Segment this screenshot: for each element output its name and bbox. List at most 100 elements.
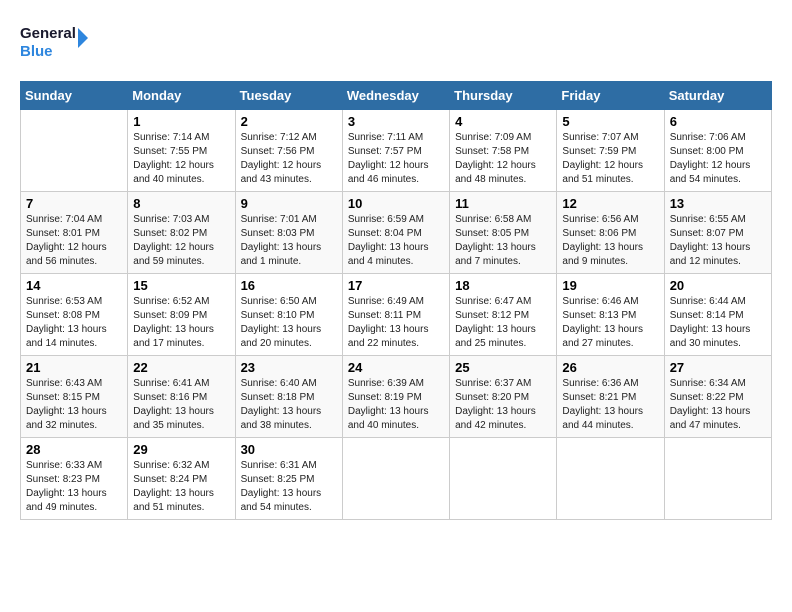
calendar-cell (21, 110, 128, 192)
day-info: Sunrise: 6:50 AMSunset: 8:10 PMDaylight:… (241, 295, 337, 351)
weekday-header-friday: Friday (557, 82, 664, 110)
day-number: 18 (455, 278, 551, 293)
day-number: 28 (26, 442, 122, 457)
calendar-cell: 7 Sunrise: 7:04 AMSunset: 8:01 PMDaylight… (21, 192, 128, 274)
calendar-cell: 2Sunrise: 7:12 AMSunset: 7:56 PMDaylight… (235, 110, 342, 192)
day-number: 15 (133, 278, 229, 293)
calendar-cell: 17 Sunrise: 6:49 AMSunset: 8:11 PMDayligh… (342, 274, 449, 356)
calendar-cell: 22 Sunrise: 6:41 AMSunset: 8:16 PMDayligh… (128, 356, 235, 438)
day-number: 9 (241, 196, 337, 211)
calendar-week-3: 14 Sunrise: 6:53 AMSunset: 8:08 PMDayligh… (21, 274, 772, 356)
calendar-cell: 23 Sunrise: 6:40 AMSunset: 8:18 PMDayligh… (235, 356, 342, 438)
weekday-header-row: SundayMondayTuesdayWednesdayThursdayFrid… (21, 82, 772, 110)
day-number: 25 (455, 360, 551, 375)
day-number: 20 (670, 278, 766, 293)
weekday-header-saturday: Saturday (664, 82, 771, 110)
day-info: Sunrise: 6:44 AMSunset: 8:14 PMDaylight:… (670, 295, 766, 351)
day-info: Sunrise: 6:36 AMSunset: 8:21 PMDaylight:… (562, 377, 658, 433)
day-info: Sunrise: 6:47 AMSunset: 8:12 PMDaylight:… (455, 295, 551, 351)
weekday-header-thursday: Thursday (450, 82, 557, 110)
day-info: Sunrise: 6:31 AMSunset: 8:25 PMDaylight:… (241, 459, 337, 515)
day-info: Sunrise: 6:40 AMSunset: 8:18 PMDaylight:… (241, 377, 337, 433)
calendar-cell: 29 Sunrise: 6:32 AMSunset: 8:24 PMDayligh… (128, 438, 235, 520)
weekday-header-tuesday: Tuesday (235, 82, 342, 110)
logo-icon: General Blue (20, 20, 90, 65)
day-number: 21 (26, 360, 122, 375)
day-info: Sunrise: 6:39 AMSunset: 8:19 PMDaylight:… (348, 377, 444, 433)
day-info: Sunrise: 6:49 AMSunset: 8:11 PMDaylight:… (348, 295, 444, 351)
weekday-header-monday: Monday (128, 82, 235, 110)
day-info: Sunrise: 6:55 AMSunset: 8:07 PMDaylight:… (670, 213, 766, 269)
svg-text:General: General (20, 25, 76, 42)
day-info: Sunrise: 6:58 AMSunset: 8:05 PMDaylight:… (455, 213, 551, 269)
calendar-cell: 24Sunrise: 6:39 AMSunset: 8:19 PMDayligh… (342, 356, 449, 438)
calendar-cell: 21 Sunrise: 6:43 AMSunset: 8:15 PMDayligh… (21, 356, 128, 438)
day-info: Sunrise: 6:43 AMSunset: 8:15 PMDaylight:… (26, 377, 122, 433)
day-number: 7 (26, 196, 122, 211)
calendar-week-4: 21 Sunrise: 6:43 AMSunset: 8:15 PMDayligh… (21, 356, 772, 438)
calendar-cell: 5 Sunrise: 7:07 AMSunset: 7:59 PMDaylight… (557, 110, 664, 192)
logo: General Blue (20, 20, 90, 65)
calendar-cell: 25 Sunrise: 6:37 AMSunset: 8:20 PMDayligh… (450, 356, 557, 438)
day-number: 27 (670, 360, 766, 375)
calendar-cell: 16 Sunrise: 6:50 AMSunset: 8:10 PMDayligh… (235, 274, 342, 356)
calendar-cell: 9Sunrise: 7:01 AMSunset: 8:03 PMDaylight… (235, 192, 342, 274)
day-number: 19 (562, 278, 658, 293)
calendar-table: SundayMondayTuesdayWednesdayThursdayFrid… (20, 81, 772, 520)
day-number: 23 (241, 360, 337, 375)
day-info: Sunrise: 6:53 AMSunset: 8:08 PMDaylight:… (26, 295, 122, 351)
day-number: 3 (348, 114, 444, 129)
calendar-cell: 26 Sunrise: 6:36 AMSunset: 8:21 PMDayligh… (557, 356, 664, 438)
calendar-cell: 27 Sunrise: 6:34 AMSunset: 8:22 PMDayligh… (664, 356, 771, 438)
calendar-cell: 3 Sunrise: 7:11 AMSunset: 7:57 PMDaylight… (342, 110, 449, 192)
calendar-cell: 1Sunrise: 7:14 AMSunset: 7:55 PMDaylight… (128, 110, 235, 192)
day-number: 14 (26, 278, 122, 293)
day-number: 13 (670, 196, 766, 211)
calendar-week-5: 28 Sunrise: 6:33 AMSunset: 8:23 PMDayligh… (21, 438, 772, 520)
day-info: Sunrise: 7:11 AMSunset: 7:57 PMDaylight:… (348, 131, 444, 187)
day-info: Sunrise: 6:34 AMSunset: 8:22 PMDaylight:… (670, 377, 766, 433)
day-number: 16 (241, 278, 337, 293)
day-info: Sunrise: 7:04 AMSunset: 8:01 PMDaylight:… (26, 213, 122, 269)
day-number: 8 (133, 196, 229, 211)
day-number: 29 (133, 442, 229, 457)
day-info: Sunrise: 7:06 AMSunset: 8:00 PMDaylight:… (670, 131, 766, 187)
calendar-cell: 20 Sunrise: 6:44 AMSunset: 8:14 PMDayligh… (664, 274, 771, 356)
calendar-cell: 12Sunrise: 6:56 AMSunset: 8:06 PMDayligh… (557, 192, 664, 274)
day-info: Sunrise: 6:41 AMSunset: 8:16 PMDaylight:… (133, 377, 229, 433)
day-number: 11 (455, 196, 551, 211)
day-info: Sunrise: 6:46 AMSunset: 8:13 PMDaylight:… (562, 295, 658, 351)
weekday-header-wednesday: Wednesday (342, 82, 449, 110)
day-number: 12 (562, 196, 658, 211)
day-number: 26 (562, 360, 658, 375)
calendar-cell (342, 438, 449, 520)
calendar-cell (450, 438, 557, 520)
calendar-cell: 10Sunrise: 6:59 AMSunset: 8:04 PMDayligh… (342, 192, 449, 274)
day-number: 22 (133, 360, 229, 375)
calendar-cell: 19 Sunrise: 6:46 AMSunset: 8:13 PMDayligh… (557, 274, 664, 356)
day-info: Sunrise: 7:09 AMSunset: 7:58 PMDaylight:… (455, 131, 551, 187)
calendar-cell: 18 Sunrise: 6:47 AMSunset: 8:12 PMDayligh… (450, 274, 557, 356)
calendar-cell: 11 Sunrise: 6:58 AMSunset: 8:05 PMDayligh… (450, 192, 557, 274)
calendar-cell: 30Sunrise: 6:31 AMSunset: 8:25 PMDayligh… (235, 438, 342, 520)
day-number: 1 (133, 114, 229, 129)
calendar-cell: 13 Sunrise: 6:55 AMSunset: 8:07 PMDayligh… (664, 192, 771, 274)
day-number: 17 (348, 278, 444, 293)
day-info: Sunrise: 7:07 AMSunset: 7:59 PMDaylight:… (562, 131, 658, 187)
calendar-cell: 6 Sunrise: 7:06 AMSunset: 8:00 PMDaylight… (664, 110, 771, 192)
day-number: 6 (670, 114, 766, 129)
calendar-week-2: 7 Sunrise: 7:04 AMSunset: 8:01 PMDaylight… (21, 192, 772, 274)
day-info: Sunrise: 6:33 AMSunset: 8:23 PMDaylight:… (26, 459, 122, 515)
calendar-cell: 8 Sunrise: 7:03 AMSunset: 8:02 PMDaylight… (128, 192, 235, 274)
svg-text:Blue: Blue (20, 43, 53, 60)
day-info: Sunrise: 7:03 AMSunset: 8:02 PMDaylight:… (133, 213, 229, 269)
page-header: General Blue (20, 20, 772, 65)
day-info: Sunrise: 6:32 AMSunset: 8:24 PMDaylight:… (133, 459, 229, 515)
calendar-cell: 14 Sunrise: 6:53 AMSunset: 8:08 PMDayligh… (21, 274, 128, 356)
day-info: Sunrise: 6:37 AMSunset: 8:20 PMDaylight:… (455, 377, 551, 433)
day-number: 5 (562, 114, 658, 129)
calendar-cell (664, 438, 771, 520)
day-number: 10 (348, 196, 444, 211)
day-info: Sunrise: 7:12 AMSunset: 7:56 PMDaylight:… (241, 131, 337, 187)
calendar-cell (557, 438, 664, 520)
